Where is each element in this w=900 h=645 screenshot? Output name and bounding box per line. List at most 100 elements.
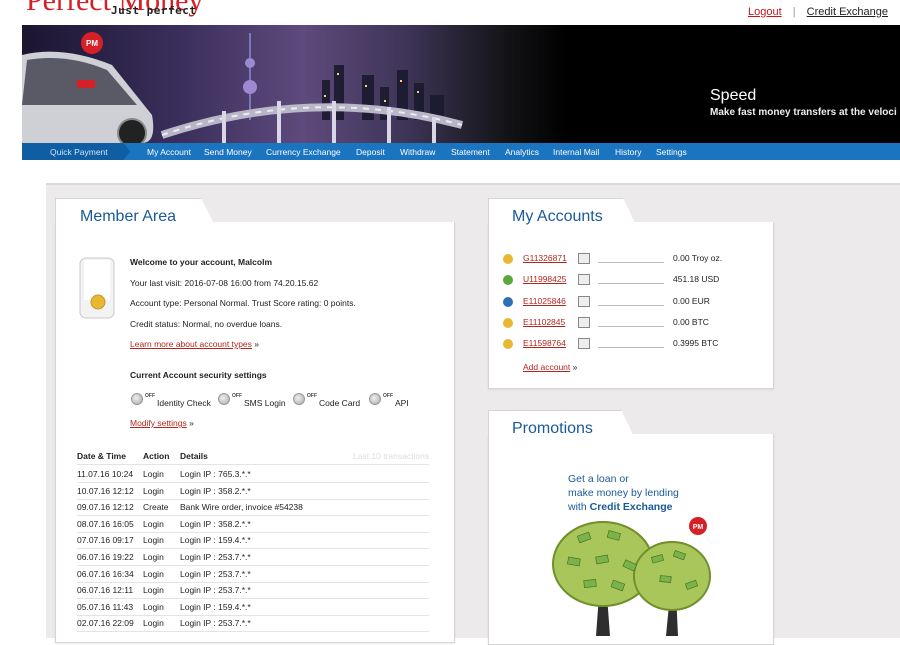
row-date-time: 11.07.16 10:24 xyxy=(77,469,134,479)
row-date-time: 06.07.16 19:22 xyxy=(77,552,134,562)
learn-more-row: Learn more about account types » xyxy=(130,339,259,349)
account-row: E11598764 0.3995 BTC xyxy=(503,337,765,353)
account-card-icon xyxy=(79,257,115,319)
nav-deposit[interactable]: Deposit xyxy=(356,147,385,157)
account-divider xyxy=(598,325,664,327)
row-date-time: 08.07.16 16:05 xyxy=(77,518,134,529)
col-date-time: Date & Time xyxy=(77,451,126,461)
nav-settings[interactable]: Settings xyxy=(656,147,687,157)
account-number-link[interactable]: G11326871 xyxy=(523,253,567,263)
account-row: G11326871 0.00 Troy oz. xyxy=(503,252,765,268)
sms-login-toggle-icon[interactable] xyxy=(218,393,230,405)
header-separator: | xyxy=(792,6,796,18)
quick-payment-button[interactable]: Quick Payment xyxy=(22,143,130,160)
row-details: Login IP : 159.4.*.* xyxy=(180,535,251,546)
account-divider xyxy=(598,262,664,263)
account-details-icon[interactable] xyxy=(578,274,590,286)
account-balance: 0.3995 BTC xyxy=(673,338,719,349)
add-account-link[interactable]: Add account xyxy=(523,362,570,372)
banner-title: Speed xyxy=(710,87,757,104)
modify-settings-link[interactable]: Modify settings xyxy=(130,418,187,428)
modify-raquo: » xyxy=(189,418,194,428)
brand-tagline: Just perfect xyxy=(111,4,197,17)
row-details: Login IP : 253.7.*.* xyxy=(180,552,251,562)
identity-check-state: OFF xyxy=(145,393,155,399)
credit-status-text: Credit status: Normal, no overdue loans. xyxy=(130,319,283,329)
table-row: 06.07.16 16:34 Login Login IP : 253.7.*.* xyxy=(77,566,429,583)
row-details: Login IP : 358.2.*.* xyxy=(180,518,251,529)
account-divider xyxy=(598,304,664,306)
car-illustration xyxy=(22,51,154,143)
col-details: Details xyxy=(180,451,208,461)
table-row: 06.07.16 12:11 Login Login IP : 253.7.*.* xyxy=(77,582,429,600)
row-action: Login xyxy=(143,568,164,579)
add-account-raquo: » xyxy=(572,362,578,372)
account-row: U11998425 451.18 USD xyxy=(503,273,765,289)
money-tree-illustration: PM xyxy=(552,517,711,636)
account-details-icon[interactable] xyxy=(578,253,590,264)
last-visit-text: Your last visit: 2016-07-08 16:00 from 7… xyxy=(130,278,319,288)
account-row: E11025846 0.00 EUR xyxy=(503,295,765,311)
code-card-label: Code Card xyxy=(319,398,361,408)
row-date-time: 06.07.16 12:11 xyxy=(77,585,134,596)
sms-login-label: SMS Login xyxy=(244,398,286,408)
account-number-link[interactable]: E11025846 xyxy=(523,296,566,306)
row-details: Login IP : 253.7.*.* xyxy=(180,568,251,579)
quick-payment-label: Quick Payment xyxy=(50,147,108,157)
learn-more-raquo: » xyxy=(254,339,260,349)
account-details-icon[interactable] xyxy=(578,295,590,307)
account-divider xyxy=(598,347,664,349)
hero-banner: PM Speed Make fast money transfers at th… xyxy=(22,25,900,143)
nav-statement[interactable]: Statement xyxy=(451,147,490,157)
api-toggle-icon[interactable] xyxy=(369,393,381,405)
row-date-time: 02.07.16 22:09 xyxy=(77,618,134,629)
banner-illustration: PM xyxy=(22,32,464,143)
row-action: Login xyxy=(143,518,164,529)
nav-currency-exchange[interactable]: Currency Exchange xyxy=(266,147,341,157)
row-action: Login xyxy=(143,485,164,496)
row-date-time: 07.07.16 09:17 xyxy=(77,535,134,546)
account-number-link[interactable]: U11998425 xyxy=(523,274,566,284)
usd-icon xyxy=(503,275,513,286)
row-date-time: 09.07.16 12:12 xyxy=(77,502,134,513)
header-links: Logout | Credit Exchange xyxy=(748,6,888,18)
promo-line-2: make money by lending xyxy=(568,487,679,499)
nav-send-money[interactable]: Send Money xyxy=(204,147,252,157)
pm-badge-text: PM xyxy=(86,39,98,48)
account-number-link[interactable]: E11598764 xyxy=(523,338,566,348)
banner-subtitle: Make fast money transfers at the veloci xyxy=(710,107,897,118)
credit-exchange-link[interactable]: Credit Exchange xyxy=(807,6,888,18)
promotions-title: Promotions xyxy=(512,420,593,437)
nav-withdraw[interactable]: Withdraw xyxy=(400,147,435,157)
table-row: 07.07.16 09:17 Login Login IP : 159.4.*.* xyxy=(77,532,429,550)
member-area-title: Member Area xyxy=(80,208,177,225)
account-details-icon[interactable] xyxy=(578,316,590,328)
nav-my-account[interactable]: My Account xyxy=(147,147,191,157)
table-header-divider xyxy=(77,464,429,465)
row-action: Login xyxy=(143,585,164,596)
account-balance: 0.00 Troy oz. xyxy=(673,253,723,263)
learn-more-link[interactable]: Learn more about account types xyxy=(130,339,252,349)
table-row: 10.07.16 12:12 Login Login IP : 358.2.*.* xyxy=(77,483,429,500)
btc-icon xyxy=(503,317,513,328)
add-account-row: Add account » xyxy=(523,362,577,372)
code-card-toggle-icon[interactable] xyxy=(293,393,305,405)
nav-analytics[interactable]: Analytics xyxy=(505,147,539,157)
nav-internal-mail[interactable]: Internal Mail xyxy=(553,147,599,157)
row-action: Login xyxy=(143,601,164,612)
row-details: Bank Wire order, invoice #54238 xyxy=(180,502,303,513)
money-tree-right-icon xyxy=(633,541,711,636)
account-details-icon[interactable] xyxy=(578,338,590,350)
table-caption: Last 10 transactions xyxy=(353,451,430,461)
logout-link[interactable]: Logout xyxy=(748,6,782,18)
account-balance: 0.00 BTC xyxy=(673,316,709,327)
table-row: 02.07.16 22:09 Login Login IP : 253.7.*.* xyxy=(77,615,429,633)
modify-settings-row: Modify settings » xyxy=(130,418,194,428)
welcome-text: Welcome to your account, Malcolm xyxy=(130,257,273,267)
nav-history[interactable]: History xyxy=(615,147,641,157)
account-divider xyxy=(598,283,664,285)
identity-check-toggle-icon[interactable] xyxy=(131,393,143,405)
promotion-text[interactable]: Get a loan or make money by lending with… xyxy=(568,472,679,514)
row-date-time: 05.07.16 11:43 xyxy=(77,601,134,612)
account-number-link[interactable]: E11102845 xyxy=(523,317,565,327)
